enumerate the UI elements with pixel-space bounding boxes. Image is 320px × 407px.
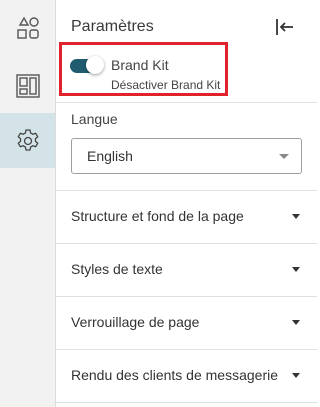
tool-rail (0, 0, 56, 407)
divider (56, 402, 317, 403)
caret-down-icon (292, 320, 300, 325)
gear-icon (17, 128, 38, 151)
brand-kit-sublabel: Désactiver Brand Kit (111, 78, 221, 92)
language-select[interactable]: English (71, 138, 302, 174)
collapse-panel-button[interactable] (272, 14, 298, 40)
language-select-value: English (87, 148, 133, 164)
chevron-down-icon (279, 154, 289, 159)
caret-down-icon (292, 373, 300, 378)
rail-item-shapes[interactable] (0, 0, 55, 55)
section-label: Rendu des clients de messagerie (71, 367, 279, 383)
settings-panel: Paramètres Brand Kit Désactiver Brand Ki… (56, 0, 317, 407)
panel-title: Paramètres (71, 18, 154, 35)
section-email-rendering[interactable]: Rendu des clients de messagerie (56, 349, 317, 401)
rail-item-settings[interactable] (0, 113, 55, 168)
section-page-structure[interactable]: Structure et fond de la page (56, 190, 317, 242)
section-label: Structure et fond de la page (71, 208, 244, 224)
section-page-lock[interactable]: Verrouillage de page (56, 296, 317, 348)
toggle-knob (86, 56, 104, 74)
caret-down-icon (292, 267, 300, 272)
layout-icon (15, 73, 40, 98)
section-label: Styles de texte (71, 261, 163, 277)
caret-down-icon (292, 214, 300, 219)
brand-kit-label: Brand Kit (111, 57, 169, 73)
shapes-icon (16, 16, 39, 39)
section-text-styles[interactable]: Styles de texte (56, 243, 317, 295)
collapse-left-icon (276, 19, 293, 35)
divider (56, 102, 317, 103)
language-label: Langue (71, 111, 118, 127)
section-label: Verrouillage de page (71, 314, 200, 330)
brand-kit-toggle[interactable] (70, 56, 104, 74)
rail-item-layout[interactable] (0, 58, 55, 113)
